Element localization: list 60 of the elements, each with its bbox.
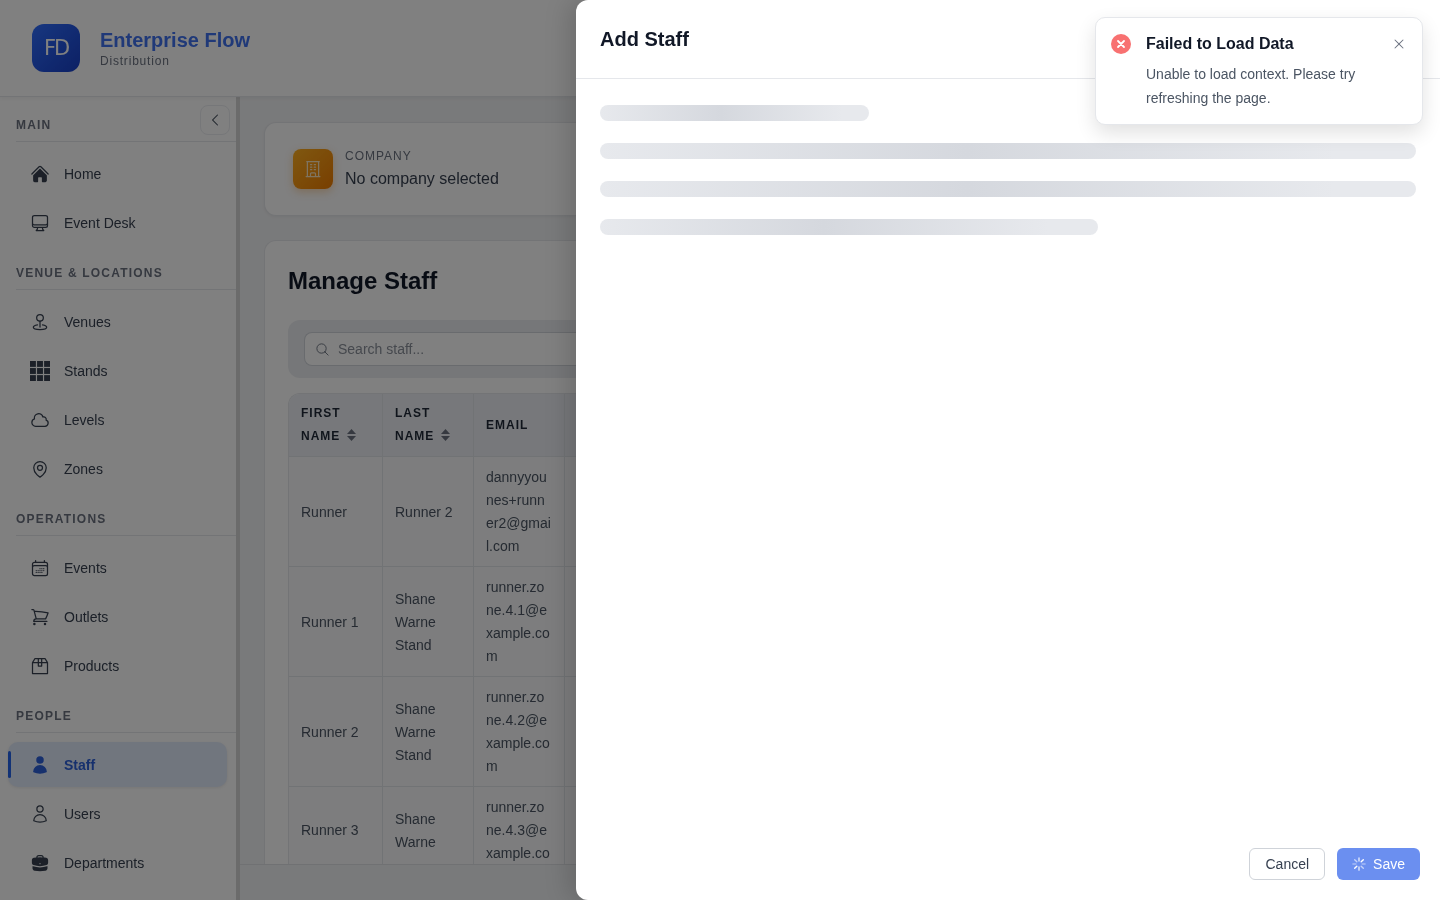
box-icon bbox=[30, 655, 50, 676]
collapse-button[interactable] bbox=[200, 105, 230, 135]
sort-icon bbox=[441, 429, 451, 441]
cancel-button[interactable]: Cancel bbox=[1249, 848, 1326, 880]
toast-message: Unable to load context. Please try refreshing the page. bbox=[1146, 65, 1357, 108]
app-logo: FD bbox=[32, 24, 80, 72]
briefcase-icon bbox=[30, 852, 50, 873]
monitor-icon bbox=[30, 212, 50, 233]
nav-item[interactable]: Stands bbox=[8, 348, 227, 393]
table-cell: Runner 1 bbox=[289, 567, 383, 676]
building-icon bbox=[293, 149, 333, 189]
table-cell: Runner 2 bbox=[383, 457, 474, 566]
search-field[interactable]: Search staff... bbox=[304, 332, 576, 366]
section-label: OPERATIONS bbox=[16, 511, 107, 527]
column-header: EMAIL bbox=[474, 394, 565, 456]
grid-icon bbox=[30, 360, 50, 381]
nav-item[interactable]: Events bbox=[8, 545, 227, 590]
map-pin-icon bbox=[30, 458, 50, 479]
table-cell: runner.zone.4.3@example.co bbox=[474, 787, 565, 864]
app-subtitle: Distribution bbox=[100, 52, 171, 69]
table-cell: Shane Warne bbox=[383, 787, 474, 864]
cart-icon bbox=[30, 606, 50, 627]
section-label: PEOPLE bbox=[16, 708, 72, 724]
section-label: MAIN bbox=[16, 117, 52, 133]
calendar-icon bbox=[30, 557, 50, 578]
nav-item[interactable]: Venues bbox=[8, 299, 227, 344]
table-cell: Runner bbox=[289, 457, 383, 566]
nav-item[interactable]: Departments bbox=[8, 840, 227, 885]
nav-item[interactable]: Users bbox=[8, 791, 227, 836]
table-cell: Runner 3 bbox=[289, 787, 383, 864]
search-icon bbox=[315, 342, 330, 357]
save-button[interactable]: Save bbox=[1337, 848, 1420, 880]
table-cell: runner.zone.4.2@example.com bbox=[474, 677, 565, 786]
nav-item[interactable]: Home bbox=[8, 151, 227, 196]
toast-title: Failed to Load Data bbox=[1146, 34, 1295, 54]
table-cell: Shane Warne Stand bbox=[383, 567, 474, 676]
user-icon bbox=[30, 754, 50, 775]
nav-item[interactable]: Products bbox=[8, 643, 227, 688]
table-cell: Runner 2 bbox=[289, 677, 383, 786]
table-cell: Shane Warne Stand bbox=[383, 677, 474, 786]
nav-item[interactable]: Event Desk bbox=[8, 200, 227, 245]
panel-title: Manage Staff bbox=[288, 266, 439, 296]
drawer-title: Add Staff bbox=[600, 27, 689, 52]
column-header[interactable]: LAST NAME bbox=[383, 394, 474, 456]
nav-item[interactable]: Outlets bbox=[8, 594, 227, 639]
nav-item[interactable]: Staff bbox=[8, 742, 227, 787]
home-icon bbox=[30, 163, 50, 184]
table-cell: runner.zone.4.1@example.com bbox=[474, 567, 565, 676]
nav-item[interactable]: Zones bbox=[8, 446, 227, 491]
section-label: VENUE & LOCATIONS bbox=[16, 265, 163, 281]
company-value: No company selected bbox=[345, 169, 499, 189]
user-icon bbox=[30, 803, 50, 824]
app-name: Enterprise Flow bbox=[100, 27, 251, 52]
sort-icon bbox=[347, 429, 357, 441]
nav-item[interactable]: Levels bbox=[8, 397, 227, 442]
table-cell: dannyyounes+runner2@gmail.com bbox=[474, 457, 565, 566]
column-header[interactable]: FIRST NAME bbox=[289, 394, 383, 456]
map-marker-icon bbox=[30, 311, 50, 332]
spinner-icon bbox=[1352, 857, 1367, 871]
company-label: COMPANY bbox=[345, 148, 413, 164]
